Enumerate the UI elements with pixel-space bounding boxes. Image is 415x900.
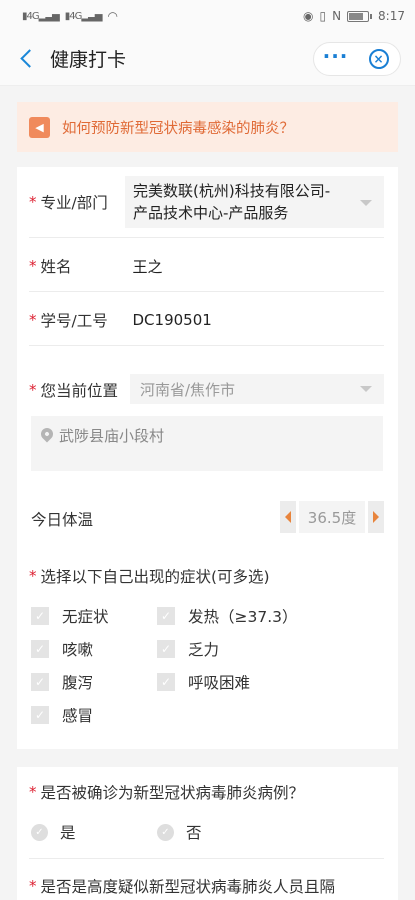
symptom-option-label: 感冒	[62, 707, 94, 725]
symptom-checkbox[interactable]: ✓ 乏力	[157, 638, 219, 660]
form-card: * 专业/部门 完美数联(杭州)科技有限公司- 产品技术中心-产品服务 * 姓名…	[17, 167, 398, 749]
symptoms-row: * 选择以下自己出现的症状(可多选)	[29, 565, 384, 587]
required-mark: *	[29, 877, 37, 895]
symptom-option-label: 呼吸困难	[188, 674, 251, 692]
nfc-icon: N	[332, 9, 342, 23]
status-bar: ▮4G▂▃▅ ▮4G▂▃▅ ◠ ◉ ▯ N 8:17	[0, 0, 415, 32]
suspected-row: * 是否是高度疑似新型冠状病毒肺炎人员且隔	[29, 875, 384, 897]
symptom-checkbox[interactable]: ✓ 发热（≥37.3）	[157, 605, 298, 627]
symptom-option-label: 腹泻	[62, 674, 94, 692]
radio-icon: ✓	[157, 823, 174, 841]
symptom-option-label: 乏力	[188, 641, 220, 659]
checkbox-icon: ✓	[157, 673, 175, 691]
name-value: 王之	[132, 257, 163, 276]
checkbox-icon: ✓	[31, 673, 49, 691]
app-header: 健康打卡 ··· ×	[0, 32, 415, 86]
id-row: * 学号/工号 DC190501	[29, 309, 384, 331]
dropdown-arrow-icon	[360, 200, 372, 206]
dropdown-arrow-icon	[360, 386, 372, 392]
signal-icon-2: ▮4G▂▃▅	[64, 10, 103, 22]
temperature-value[interactable]: 36.5度	[299, 501, 365, 533]
symptom-option-label: 无症状	[62, 608, 109, 626]
checkbox-icon: ✓	[31, 706, 49, 724]
radio-no[interactable]: ✓ 否	[157, 821, 202, 843]
department-select[interactable]: 完美数联(杭州)科技有限公司- 产品技术中心-产品服务	[125, 176, 384, 228]
page-title: 健康打卡	[50, 49, 127, 71]
checkbox-icon: ✓	[31, 640, 49, 658]
diagnosed-label: 是否被确诊为新型冠状病毒肺炎病例？	[40, 784, 305, 802]
id-value: DC190501	[132, 311, 212, 329]
question-card: * 是否被确诊为新型冠状病毒肺炎病例？ ✓ 是 ✓ 否 * 是否是高度疑似新型冠状病…	[17, 767, 398, 900]
radio-label: 否	[186, 824, 202, 842]
back-button[interactable]	[0, 32, 50, 86]
more-button[interactable]: ···	[314, 46, 357, 66]
required-mark: *	[29, 783, 37, 801]
department-label: 专业/部门	[40, 194, 108, 212]
speaker-icon: ◀	[29, 116, 50, 138]
signal-icon: ▮4G▂▃▅	[22, 10, 60, 22]
required-mark: *	[29, 193, 37, 211]
eye-icon: ◉	[302, 9, 314, 23]
divider	[29, 345, 384, 346]
location-pin-icon	[38, 425, 56, 443]
symptom-checkbox[interactable]: ✓ 感冒	[31, 704, 93, 726]
radio-icon: ✓	[31, 823, 48, 841]
name-row: * 姓名 王之	[29, 255, 384, 277]
wifi-icon: ◠	[107, 9, 118, 23]
checkbox-icon: ✓	[31, 607, 49, 625]
mini-program-capsule: ··· ×	[313, 42, 401, 76]
address-field[interactable]: 武陟县庙小段村	[31, 416, 383, 471]
symptom-checkbox[interactable]: ✓ 咳嗽	[31, 638, 93, 660]
location-label: 您当前位置	[40, 382, 119, 400]
symptom-checkbox[interactable]: ✓ 腹泻	[31, 671, 93, 693]
network-type-2: 4G	[69, 10, 82, 22]
required-mark: *	[29, 567, 37, 585]
triangle-right-icon	[373, 511, 379, 523]
divider	[29, 858, 384, 859]
divider	[29, 237, 384, 238]
required-mark: *	[29, 381, 37, 399]
clock: 8:17	[378, 9, 405, 23]
increase-button[interactable]	[368, 501, 384, 533]
close-icon: ×	[368, 49, 389, 69]
name-label: 姓名	[40, 258, 72, 276]
department-value-line1: 完美数联(杭州)科技有限公司-	[133, 182, 331, 200]
required-mark: *	[29, 311, 37, 329]
id-label: 学号/工号	[40, 312, 108, 330]
battery-icon	[347, 10, 370, 22]
checkbox-icon: ✓	[157, 640, 175, 658]
close-button[interactable]: ×	[357, 49, 400, 69]
temperature-label: 今日体温	[31, 511, 94, 529]
location-value: 河南省/焦作市	[140, 380, 236, 399]
chevron-left-icon	[19, 49, 39, 68]
symptoms-label: 选择以下自己出现的症状(可多选)	[40, 568, 270, 586]
location-select[interactable]: 河南省/焦作市	[130, 374, 384, 404]
triangle-left-icon	[285, 511, 291, 523]
symptom-option-label: 发热（≥37.3）	[188, 608, 298, 626]
symptom-checkbox[interactable]: ✓ 呼吸困难	[157, 671, 250, 693]
required-mark: *	[29, 257, 37, 275]
suspected-label: 是否是高度疑似新型冠状病毒肺炎人员且隔	[40, 878, 336, 896]
decrease-button[interactable]	[280, 501, 296, 533]
address-value: 武陟县庙小段村	[59, 427, 165, 445]
notice-banner[interactable]: ◀ 如何预防新型冠状病毒感染的肺炎？	[17, 102, 398, 152]
department-value-line2: 产品技术中心-产品服务	[133, 204, 289, 222]
checkbox-icon: ✓	[157, 607, 175, 625]
divider	[29, 291, 384, 292]
radio-label: 是	[60, 824, 76, 842]
symptom-checkbox[interactable]: ✓ 无症状	[31, 605, 109, 627]
network-type-1: 4G	[26, 10, 40, 22]
temperature-stepper: 36.5度	[280, 501, 384, 533]
symptom-option-label: 咳嗽	[62, 641, 94, 659]
diagnosed-row: * 是否被确诊为新型冠状病毒肺炎病例？	[29, 781, 384, 803]
radio-yes[interactable]: ✓ 是	[31, 821, 76, 843]
notice-text: 如何预防新型冠状病毒感染的肺炎？	[62, 120, 294, 137]
vibrate-icon: ▯	[319, 9, 327, 23]
